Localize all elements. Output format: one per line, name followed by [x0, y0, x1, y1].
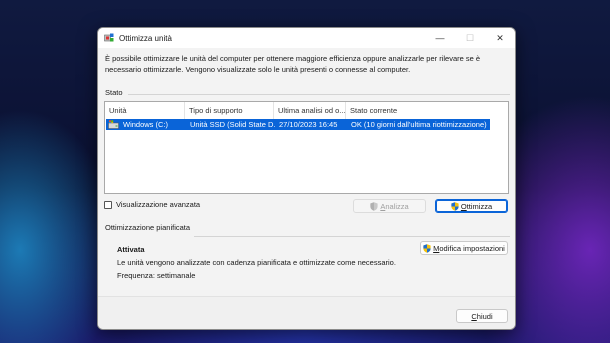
scheduled-frequency: Frequenza: settimanale [117, 271, 196, 280]
drives-list-header: Unità Tipo di supporto Ultima analisi od… [105, 102, 508, 119]
status-divider [128, 94, 510, 95]
maximize-button[interactable]: ☐ [455, 28, 485, 48]
intro-line-2: necessario ottimizzarle. Vengono visuali… [105, 64, 411, 74]
drives-list[interactable]: Unità Tipo di supporto Ultima analisi od… [104, 101, 509, 194]
optimize-button[interactable]: Ottimizza [435, 199, 508, 213]
shield-icon [451, 201, 459, 211]
column-header-unit[interactable]: Unità [105, 102, 185, 119]
advanced-view-checkbox[interactable] [104, 200, 112, 209]
media-type-cell: Unità SSD (Solid State D... [190, 120, 275, 129]
column-header-media-type[interactable]: Tipo di supporto [185, 102, 274, 119]
scheduled-section-label: Ottimizzazione pianificata [105, 223, 191, 232]
close-label: hiudi [476, 311, 493, 321]
shield-icon [370, 201, 378, 211]
close-window-button[interactable]: ✕ [485, 28, 515, 48]
advanced-view-toggle[interactable]: Visualizzazione avanzata [104, 200, 200, 209]
scheduled-description: Le unità vengono analizzate con cadenza … [117, 258, 396, 267]
column-header-last-analysis[interactable]: Ultima analisi od o... [274, 102, 346, 119]
change-settings-label: odifica impostazioni [439, 243, 505, 253]
window-title: Ottimizza unità [119, 33, 172, 43]
advanced-view-label: Visualizzazione avanzata [116, 200, 201, 209]
change-settings-button[interactable]: Modifica impostazioni [420, 241, 508, 255]
table-row[interactable]: Windows (C:) Unità SSD (Solid State D...… [106, 119, 490, 130]
shield-icon [423, 243, 431, 253]
dialog-footer [98, 296, 515, 329]
current-status-cell: OK (10 giorni dall'ultima riottimizzazio… [351, 120, 487, 129]
defrag-app-icon [104, 33, 114, 42]
title-bar[interactable]: Ottimizza unità — ☐ ✕ [98, 28, 515, 48]
intro-line-1: È possibile ottimizzare le unità del com… [105, 54, 481, 63]
close-button[interactable]: Chiudi [456, 309, 508, 323]
minimize-button[interactable]: — [425, 28, 455, 48]
scheduled-state: Attivata [117, 245, 145, 254]
analyze-label: nalizza [385, 201, 409, 211]
drive-name-cell: Windows (C:) [123, 120, 169, 129]
scheduled-divider [194, 236, 510, 237]
analyze-button[interactable]: Analizza [353, 199, 426, 213]
optimize-label: ttimizza [466, 201, 493, 211]
intro-text: È possibile ottimizzare le unità del com… [105, 54, 505, 75]
drive-icon [108, 120, 119, 129]
column-header-current-status[interactable]: Stato corrente [346, 102, 488, 119]
status-section-label: Stato [105, 88, 123, 97]
last-analysis-cell: 27/10/2023 16:45 [279, 120, 338, 129]
